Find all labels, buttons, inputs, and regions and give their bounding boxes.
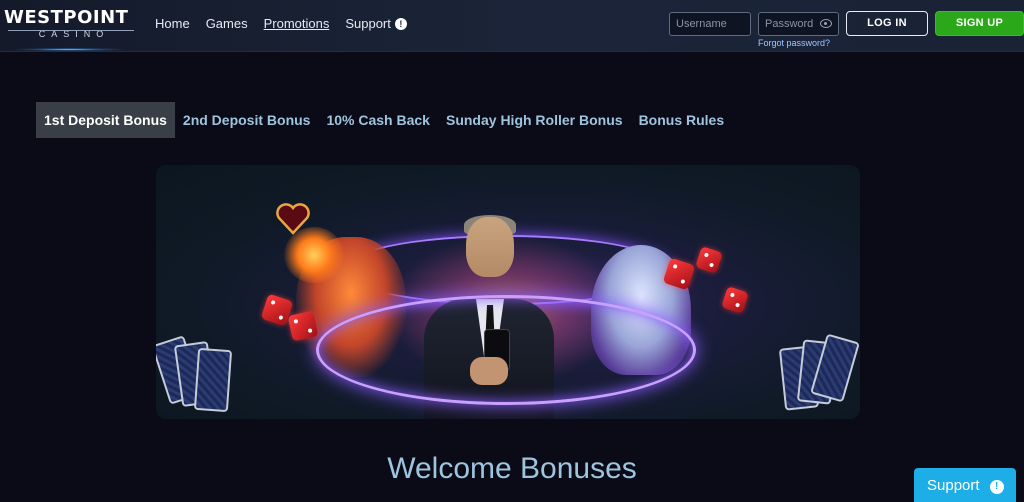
site-header: WESTPOINT CASINO Home Games Promotions S… xyxy=(0,0,1024,52)
nav-home[interactable]: Home xyxy=(155,16,190,31)
tab-1st-deposit-bonus[interactable]: 1st Deposit Bonus xyxy=(36,102,175,138)
promo-banner-image xyxy=(156,165,860,419)
westpoint-logo[interactable]: WESTPOINT CASINO xyxy=(4,8,136,52)
playing-cards-left xyxy=(156,335,236,419)
tab-2nd-deposit-bonus[interactable]: 2nd Deposit Bonus xyxy=(175,102,319,138)
password-input[interactable]: Password xyxy=(758,12,839,36)
head xyxy=(466,217,514,277)
fire-breath xyxy=(284,227,344,283)
nav-support[interactable]: Support ! xyxy=(345,16,407,31)
eye-icon[interactable] xyxy=(820,19,832,28)
info-badge-icon: ! xyxy=(394,17,407,30)
page-heading: Welcome Bonuses xyxy=(387,452,637,485)
promotion-tabs: 1st Deposit Bonus 2nd Deposit Bonus 10% … xyxy=(36,102,732,138)
username-input[interactable]: Username xyxy=(669,12,751,36)
main-nav: Home Games Promotions Support ! xyxy=(155,16,423,31)
support-chat-label: Support xyxy=(927,477,980,494)
tab-bonus-rules[interactable]: Bonus Rules xyxy=(631,102,733,138)
card xyxy=(193,347,233,413)
nav-support-label: Support xyxy=(345,16,391,31)
tab-sunday-high-roller[interactable]: Sunday High Roller Bonus xyxy=(438,102,631,138)
heart-icon xyxy=(276,203,310,235)
chat-bubble-icon: ! xyxy=(989,480,1004,494)
tab-cash-back[interactable]: 10% Cash Back xyxy=(318,102,438,138)
playing-cards-right xyxy=(778,333,860,419)
logo-glow xyxy=(14,48,124,51)
forgot-password-link[interactable]: Forgot password? xyxy=(758,38,830,48)
logo-wordmark: WESTPOINT xyxy=(4,7,129,28)
support-chat-button[interactable]: Support ! xyxy=(914,468,1016,502)
nav-games[interactable]: Games xyxy=(206,16,248,31)
neon-ring-front xyxy=(316,295,696,405)
dice-icon xyxy=(287,310,319,342)
nav-promotions[interactable]: Promotions xyxy=(264,16,330,31)
logo-divider xyxy=(8,30,134,31)
password-placeholder: Password xyxy=(765,18,814,30)
signup-button[interactable]: SIGN UP xyxy=(935,11,1024,36)
dice-icon xyxy=(695,246,723,274)
dice-icon xyxy=(721,286,749,314)
login-button[interactable]: LOG IN xyxy=(846,11,928,36)
